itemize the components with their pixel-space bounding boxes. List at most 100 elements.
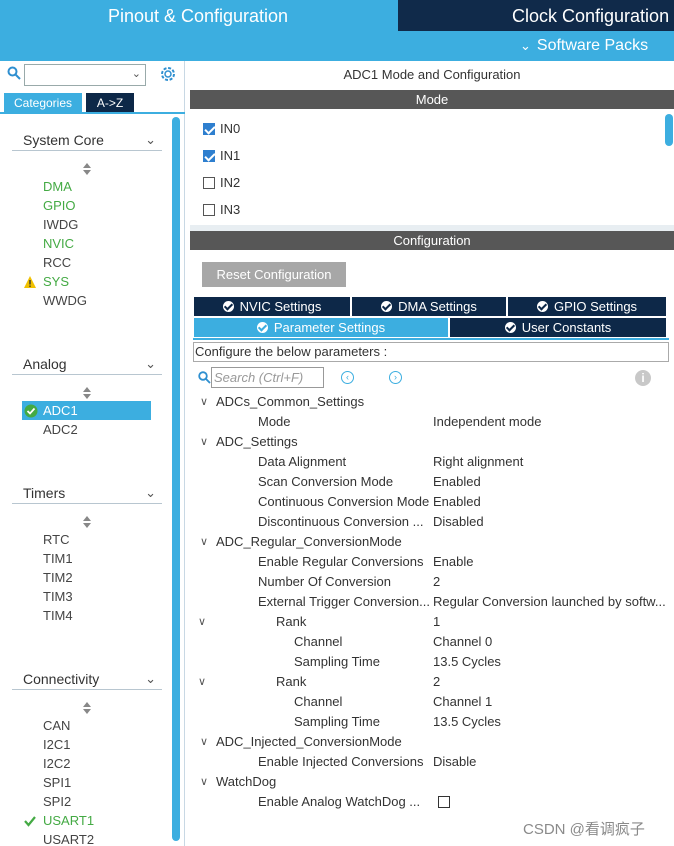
category-item-sys[interactable]: SYS <box>24 272 69 291</box>
tab-user-constants[interactable]: User Constants <box>450 318 666 337</box>
category-item-dma[interactable]: DMA <box>43 177 72 196</box>
category-item-tim3[interactable]: TIM3 <box>43 587 73 606</box>
group-header-analog[interactable]: Analog ⌄ <box>12 353 162 375</box>
category-item-can[interactable]: CAN <box>43 716 70 735</box>
category-item-usart1[interactable]: USART1 <box>24 811 94 830</box>
chevron-down-icon[interactable]: ⌄ <box>132 67 141 80</box>
next-match-icon[interactable]: › <box>389 371 402 384</box>
category-item-tim2[interactable]: TIM2 <box>43 568 73 587</box>
sort-icon[interactable] <box>82 387 92 399</box>
checkbox-checked[interactable] <box>203 123 215 135</box>
parameter-value[interactable]: Enabled <box>433 492 669 512</box>
parameter-value[interactable]: 2 <box>433 672 669 692</box>
parameter-search-input[interactable]: Search (Ctrl+F) <box>211 367 324 388</box>
parameter-row[interactable]: External Trigger Conversion... Regular Co… <box>190 592 674 612</box>
sort-icon[interactable] <box>82 163 92 175</box>
group-header-system-core[interactable]: System Core ⌄ <box>12 129 162 151</box>
parameter-row[interactable]: ∨ Rank 2 <box>190 672 674 692</box>
parameter-row[interactable]: Enable Analog WatchDog ... <box>190 792 674 812</box>
parameter-row[interactable]: Channel Channel 1 <box>190 692 674 712</box>
parameter-value[interactable]: 2 <box>433 572 669 592</box>
parameter-value[interactable]: Enable <box>433 552 669 572</box>
category-item-i2c2[interactable]: I2C2 <box>43 754 70 773</box>
tab-a-to-z[interactable]: A->Z <box>86 93 134 113</box>
parameter-group-row[interactable]: ∨ ADC_Regular_ConversionMode <box>190 532 674 552</box>
parameter-row[interactable]: Enable Regular Conversions Enable <box>190 552 674 572</box>
checkbox-checked[interactable] <box>203 150 215 162</box>
category-search-input[interactable]: ⌄ <box>24 64 146 86</box>
parameter-row[interactable]: Mode Independent mode <box>190 412 674 432</box>
sort-icon[interactable] <box>82 516 92 528</box>
parameter-row[interactable]: Sampling Time 13.5 Cycles <box>190 712 674 732</box>
parameter-value[interactable]: 13.5 Cycles <box>433 712 669 732</box>
category-item-iwdg[interactable]: IWDG <box>43 215 78 234</box>
mode-item-in1[interactable]: IN1 <box>203 146 240 166</box>
checkbox[interactable] <box>203 204 215 216</box>
tab-categories[interactable]: Categories <box>4 93 82 113</box>
parameter-value[interactable]: Channel 1 <box>433 692 669 712</box>
chevron-down-icon[interactable]: ∨ <box>198 612 206 632</box>
parameter-value[interactable]: Channel 0 <box>433 632 669 652</box>
parameter-group-row[interactable]: ∨ ADC_Settings <box>190 432 674 452</box>
parameter-row[interactable]: Sampling Time 13.5 Cycles <box>190 652 674 672</box>
chevron-down-icon[interactable]: ∨ <box>200 432 208 452</box>
mode-item-in3[interactable]: IN3 <box>203 200 240 220</box>
parameter-row[interactable]: Channel Channel 0 <box>190 632 674 652</box>
parameter-value[interactable]: Independent mode <box>433 412 669 432</box>
chevron-down-icon[interactable]: ∨ <box>200 532 208 552</box>
left-scrollbar[interactable] <box>172 117 180 841</box>
category-item-i2c1[interactable]: I2C1 <box>43 735 70 754</box>
search-icon[interactable] <box>7 66 21 80</box>
category-item-tim4[interactable]: TIM4 <box>43 606 73 625</box>
parameter-value[interactable]: Enabled <box>433 472 669 492</box>
category-item-spi2[interactable]: SPI2 <box>43 792 71 811</box>
parameter-value[interactable]: Disabled <box>433 512 669 532</box>
tab-nvic-settings[interactable]: NVIC Settings <box>194 297 350 316</box>
checkbox[interactable] <box>203 177 215 189</box>
parameter-group-row[interactable]: ∨ ADCs_Common_Settings <box>190 392 674 412</box>
category-item-rtc[interactable]: RTC <box>43 530 69 549</box>
sort-icon[interactable] <box>82 702 92 714</box>
software-packs-menu[interactable]: ⌄ Software Packs <box>398 33 674 59</box>
parameter-checkbox[interactable] <box>438 796 450 808</box>
reset-configuration-button[interactable]: Reset Configuration <box>202 262 346 287</box>
category-item-tim1[interactable]: TIM1 <box>43 549 73 568</box>
tab-gpio-settings[interactable]: GPIO Settings <box>508 297 666 316</box>
parameter-group-row[interactable]: ∨ ADC_Injected_ConversionMode <box>190 732 674 752</box>
category-item-rcc[interactable]: RCC <box>43 253 71 272</box>
chevron-down-icon[interactable]: ∨ <box>200 392 208 412</box>
tab-pinout-configuration[interactable]: Pinout & Configuration <box>0 0 396 31</box>
chevron-down-icon[interactable]: ∨ <box>200 772 208 792</box>
parameter-row[interactable]: Continuous Conversion Mode Enabled <box>190 492 674 512</box>
category-item-nvic[interactable]: NVIC <box>43 234 74 253</box>
parameter-value[interactable]: Right alignment <box>433 452 669 472</box>
parameter-value[interactable]: 13.5 Cycles <box>433 652 669 672</box>
tab-parameter-settings[interactable]: Parameter Settings <box>194 318 448 337</box>
parameter-row[interactable]: Discontinuous Conversion ... Disabled <box>190 512 674 532</box>
info-icon[interactable]: i <box>635 370 651 386</box>
parameter-row[interactable]: Data Alignment Right alignment <box>190 452 674 472</box>
mode-scrollbar[interactable] <box>665 114 673 146</box>
parameter-value[interactable]: Regular Conversion launched by softw... <box>433 592 669 612</box>
parameter-row[interactable]: Enable Injected Conversions Disable <box>190 752 674 772</box>
gear-icon[interactable] <box>158 64 178 84</box>
parameter-row[interactable]: ∨ Rank 1 <box>190 612 674 632</box>
chevron-down-icon[interactable]: ∨ <box>200 732 208 752</box>
category-item-adc1[interactable]: ADC1 <box>22 401 151 420</box>
category-item-adc2[interactable]: ADC2 <box>43 420 78 439</box>
category-item-spi1[interactable]: SPI1 <box>43 773 71 792</box>
mode-item-in2[interactable]: IN2 <box>203 173 240 193</box>
chevron-down-icon[interactable]: ∨ <box>198 672 206 692</box>
parameter-group-row[interactable]: ∨ WatchDog <box>190 772 674 792</box>
parameter-value[interactable]: Disable <box>433 752 669 772</box>
parameter-row[interactable]: Number Of Conversion 2 <box>190 572 674 592</box>
category-item-wwdg[interactable]: WWDG <box>43 291 87 310</box>
category-item-gpio[interactable]: GPIO <box>43 196 76 215</box>
tab-dma-settings[interactable]: DMA Settings <box>352 297 506 316</box>
parameter-row[interactable]: Scan Conversion Mode Enabled <box>190 472 674 492</box>
tab-clock-configuration[interactable]: Clock Configuration <box>398 0 674 31</box>
mode-item-in0[interactable]: IN0 <box>203 119 240 139</box>
group-header-connectivity[interactable]: Connectivity ⌄ <box>12 668 162 690</box>
previous-match-icon[interactable]: ‹ <box>341 371 354 384</box>
group-header-timers[interactable]: Timers ⌄ <box>12 482 162 504</box>
